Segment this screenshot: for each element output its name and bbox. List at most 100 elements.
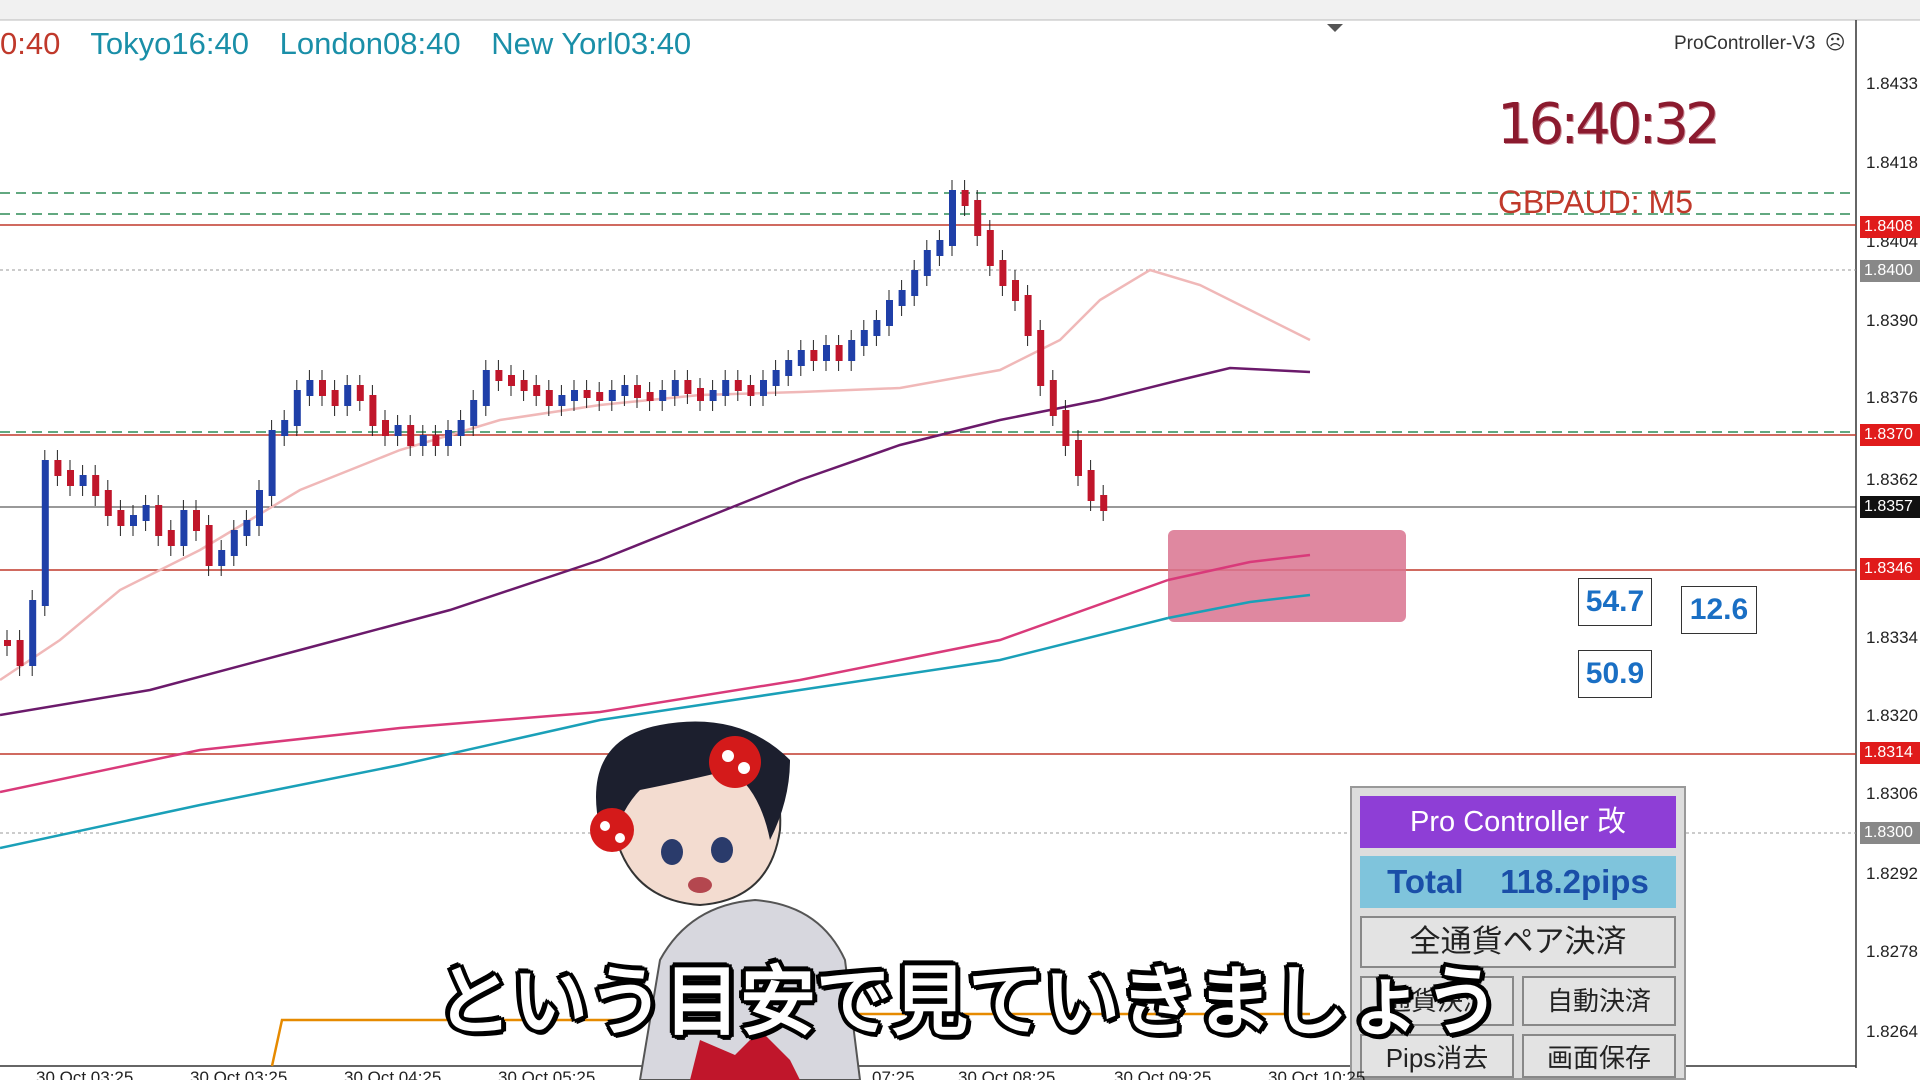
- candle-body: [936, 240, 944, 256]
- candle-body: [823, 345, 830, 361]
- ma-mid-line: [0, 366, 1311, 717]
- ma-fast-line: [0, 268, 1311, 682]
- candle-body: [659, 390, 667, 401]
- candle-body: [999, 260, 1007, 286]
- candle-body: [369, 395, 377, 426]
- candle-body: [104, 490, 112, 516]
- candle-body: [432, 435, 440, 446]
- candle-body: [860, 330, 868, 346]
- candle-body: [293, 390, 301, 426]
- candle-body: [835, 345, 843, 361]
- candle-body: [961, 190, 969, 206]
- price-label: 1.8433: [1866, 74, 1918, 93]
- candle-body: [230, 530, 238, 556]
- candle-body: [281, 420, 289, 436]
- chart-shift-marker: [1327, 24, 1343, 32]
- pips-value-c: 50.9: [1585, 657, 1645, 690]
- candle-body: [533, 385, 541, 396]
- candle-body: [41, 460, 49, 606]
- indicator-title-text: ProController-V3: [1674, 33, 1816, 54]
- candle-body: [457, 420, 465, 436]
- candle-body: [1087, 470, 1095, 501]
- price-label: 1.8306: [1866, 784, 1918, 803]
- session-time-newyork: New Yorl03:40: [491, 26, 692, 61]
- candle-body: [911, 270, 919, 296]
- candle-body: [1012, 280, 1019, 301]
- candle-body: [923, 250, 931, 276]
- candle-body: [130, 515, 137, 526]
- candle-body: [772, 370, 780, 386]
- time-label: 30 Oct 09:25: [1114, 1068, 1212, 1080]
- candle-body: [1062, 410, 1070, 446]
- candle-body: [155, 505, 163, 536]
- candle-body: [205, 525, 213, 566]
- candle-body: [949, 190, 956, 246]
- candle-body: [709, 390, 717, 401]
- candle-body: [407, 425, 415, 446]
- level-lines: [0, 192, 1856, 834]
- candlesticks: [4, 180, 1108, 676]
- candle-body: [697, 388, 704, 401]
- candle-body: [394, 425, 402, 436]
- price-label: 1.8292: [1866, 864, 1918, 883]
- candle-body: [734, 380, 742, 391]
- candle-body: [419, 435, 427, 446]
- price-tag: 1.8314: [1860, 742, 1920, 764]
- candle-body: [1100, 495, 1108, 511]
- candle-body: [256, 490, 263, 526]
- indicator-title: ProController-V3 ☹: [1674, 30, 1846, 55]
- time-label: 30 Oct 05:25: [498, 1068, 596, 1080]
- session-clocks: 0:40 Tokyo16:40 London08:40 New Yorl03:4…: [0, 26, 713, 62]
- candle-body: [520, 380, 528, 391]
- total-pips-display: Total 118.2pips: [1360, 856, 1676, 908]
- candle-body: [29, 600, 37, 666]
- pips-box-b: 12.6: [1681, 586, 1757, 634]
- candle-body: [671, 380, 679, 396]
- candle-body: [117, 510, 125, 526]
- candle-body: [319, 380, 326, 396]
- pips-value-a: 54.7: [1585, 585, 1645, 618]
- candle-body: [974, 200, 982, 236]
- candle-body: [634, 385, 641, 398]
- pips-box-a: 54.7: [1578, 578, 1652, 626]
- candle-body: [92, 475, 100, 496]
- candle-body: [306, 380, 314, 396]
- price-label: 1.8334: [1866, 628, 1918, 647]
- candle-body: [873, 320, 881, 336]
- candle-body: [180, 510, 188, 546]
- candle-body: [1049, 380, 1057, 416]
- candle-body: [898, 290, 906, 306]
- save-screen-button[interactable]: 画面保存: [1522, 1034, 1676, 1078]
- price-tag: 1.8408: [1860, 216, 1920, 238]
- candle-body: [79, 475, 87, 486]
- price-label: 1.8320: [1866, 706, 1918, 725]
- candle-body: [243, 520, 251, 536]
- candle-body: [167, 530, 175, 546]
- candle-body: [760, 380, 767, 396]
- server-clock: 16:40:32: [1497, 92, 1721, 157]
- candle-body: [571, 390, 578, 401]
- time-label: 30 Oct 03:25: [36, 1068, 134, 1080]
- auto-close-button[interactable]: 自動決済: [1522, 976, 1676, 1026]
- price-tag: 1.8346: [1860, 558, 1920, 580]
- pips-value-b: 12.6: [1689, 593, 1749, 626]
- candle-body: [722, 380, 730, 396]
- price-label: 1.8390: [1866, 311, 1918, 330]
- panel-title: Pro Controller 改: [1360, 796, 1676, 848]
- session-time-london: London08:40: [279, 26, 461, 61]
- ma-long-line: [0, 616, 1169, 850]
- candle-body: [886, 300, 893, 326]
- candle-body: [67, 470, 74, 486]
- time-label: 30 Oct 08:25: [958, 1068, 1056, 1080]
- time-label: 30 Oct 10:25: [1268, 1068, 1366, 1080]
- window-top-strip: [0, 0, 1920, 20]
- candle-body: [4, 640, 11, 646]
- candle-body: [1037, 330, 1045, 386]
- time-label: 30 Oct 03:25: [190, 1068, 288, 1080]
- price-label: 1.8278: [1866, 942, 1918, 961]
- candle-body: [646, 392, 654, 401]
- candle-body: [596, 392, 604, 401]
- candle-body: [482, 370, 490, 406]
- ma-slow-line: [0, 578, 1169, 794]
- candle-body: [583, 390, 591, 398]
